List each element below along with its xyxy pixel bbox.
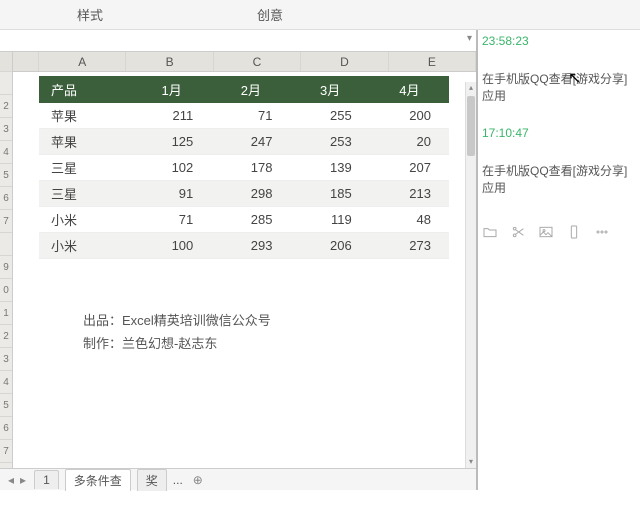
scroll-up-icon[interactable]: ▴: [466, 82, 476, 94]
tab-multi-condition[interactable]: 多条件查: [65, 469, 131, 491]
tab-award[interactable]: 奖: [137, 469, 167, 491]
chat-side-panel: 23:58:23 在手机版QQ查看[游戏分享]应用 17:10:47 在手机版Q…: [478, 30, 640, 490]
add-sheet-icon[interactable]: ⊕: [189, 473, 207, 487]
chat-message-2: 在手机版QQ查看[游戏分享]应用: [482, 162, 636, 196]
vertical-scrollbar[interactable]: ▴ ▾: [465, 82, 476, 468]
nav-prev-icon[interactable]: ◂: [6, 473, 16, 487]
folder-icon[interactable]: [482, 224, 498, 244]
scissors-icon[interactable]: [510, 224, 526, 244]
row-headers[interactable]: 234567901234567: [0, 52, 13, 468]
nav-next-icon[interactable]: ▸: [18, 473, 28, 487]
tab-page-num[interactable]: 1: [34, 470, 59, 489]
toolbar-style[interactable]: 样式: [0, 5, 180, 24]
chevron-down-icon[interactable]: ▾: [467, 33, 472, 44]
spreadsheet-area: ▾ 234567901234567 ABCDE 产品1月2月3月4月苹果2117…: [0, 30, 478, 490]
scroll-down-icon[interactable]: ▾: [466, 456, 476, 468]
side-icon-row: [482, 224, 636, 244]
column-headers[interactable]: ABCDE: [13, 52, 476, 72]
tab-nav[interactable]: ◂ ▸: [6, 473, 28, 487]
sheet-tabs: ◂ ▸ 1 多条件查 奖 ... ⊕: [0, 468, 476, 490]
chat-timestamp-2: 17:10:47: [482, 126, 636, 140]
grid[interactable]: ABCDE 产品1月2月3月4月苹果21171255200苹果125247253…: [13, 52, 476, 468]
image-icon[interactable]: [538, 224, 554, 244]
chat-timestamp-1: 23:58:23: [482, 34, 636, 48]
credit-line-2: 制作：兰色幻想-赵志东: [83, 332, 476, 355]
more-icon[interactable]: [594, 224, 610, 244]
formula-bar[interactable]: ▾: [0, 30, 476, 52]
credit-line-1: 出品：Excel精英培训微信公众号: [83, 309, 476, 332]
phone-icon[interactable]: [566, 224, 582, 244]
mouse-cursor-icon: ↖: [568, 68, 581, 88]
ribbon-toolbar: 样式 创意: [0, 0, 640, 30]
chat-message-1: 在手机版QQ查看[游戏分享]应用: [482, 70, 636, 104]
credits-block: 出品：Excel精英培训微信公众号 制作：兰色幻想-赵志东: [83, 309, 476, 356]
tab-more[interactable]: ...: [173, 473, 183, 487]
data-table: 产品1月2月3月4月苹果21171255200苹果12524725320三星10…: [39, 76, 449, 259]
toolbar-creative[interactable]: 创意: [180, 5, 360, 24]
scroll-thumb[interactable]: [467, 96, 475, 156]
